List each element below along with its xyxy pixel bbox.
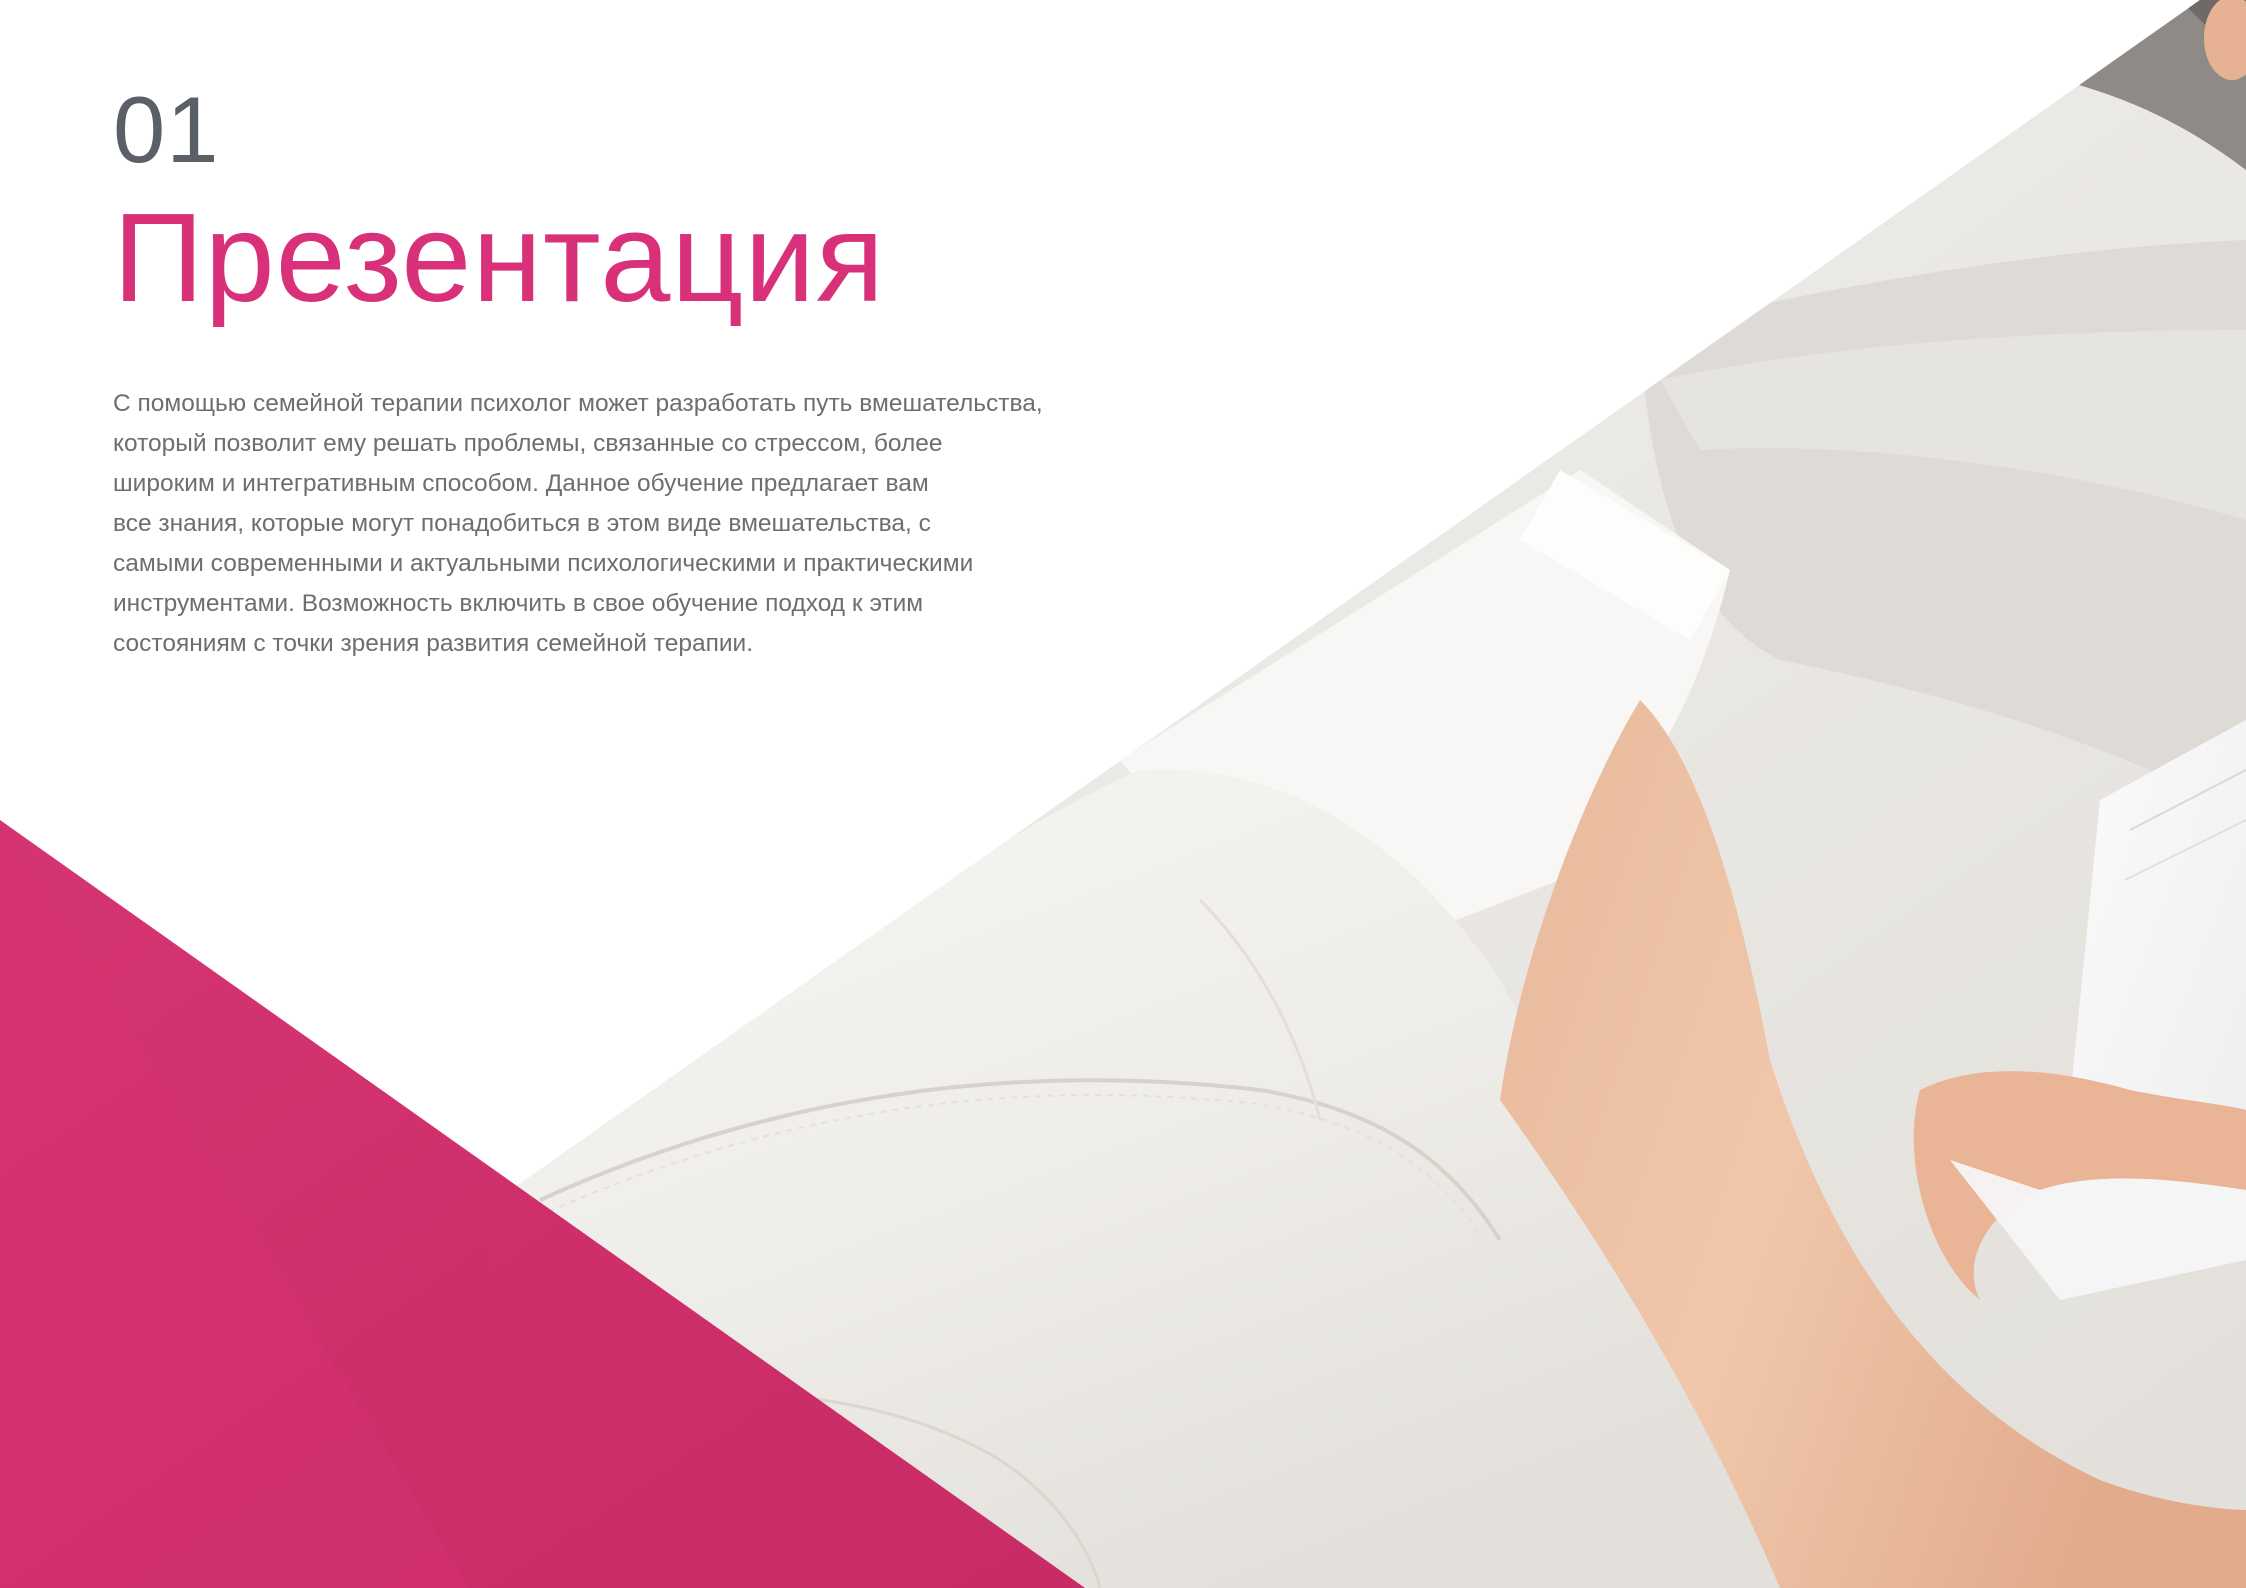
intro-paragraph: С помощью семейной терапии психолог може… bbox=[113, 384, 1133, 664]
page-title: Презентация bbox=[113, 187, 886, 328]
intro-line: С помощью семейной терапии психолог може… bbox=[113, 390, 1043, 417]
intro-section: 01 Презентация С помощью семейной терапи… bbox=[113, 80, 1133, 664]
intro-line: инструментами. Возможность включить в св… bbox=[113, 590, 924, 617]
intro-line: широким и интегративным способом. Данное… bbox=[113, 470, 929, 497]
section-number: 01 bbox=[113, 77, 220, 182]
intro-line: все знания, которые могут понадобиться в… bbox=[113, 510, 931, 537]
intro-line: самыми современными и актуальными психол… bbox=[113, 550, 974, 577]
brochure-page: 01 Презентация С помощью семейной терапи… bbox=[0, 0, 2246, 1588]
intro-line: который позволит ему решать проблемы, св… bbox=[113, 430, 943, 457]
intro-line: состояниям с точки зрения развития семей… bbox=[113, 630, 754, 657]
